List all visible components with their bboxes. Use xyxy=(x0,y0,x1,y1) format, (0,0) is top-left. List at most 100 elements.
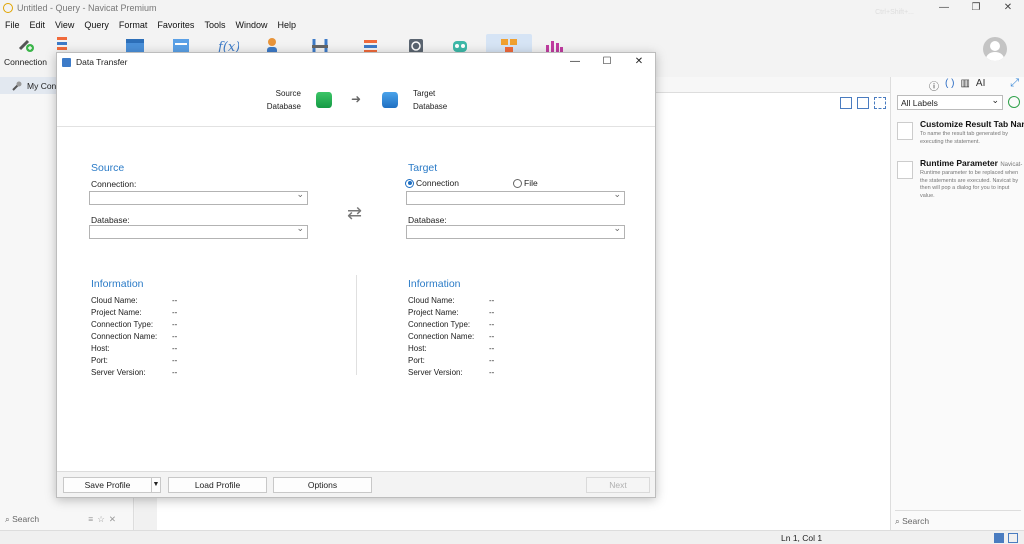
menu-query[interactable]: Query xyxy=(79,18,114,32)
info-row: Cloud Name: -- xyxy=(408,296,495,305)
arrow-right-icon: ➜ xyxy=(351,92,362,106)
source-database-select[interactable] xyxy=(89,223,308,239)
save-profile-dropdown[interactable]: ▼ xyxy=(151,477,161,493)
info-row: Host: -- xyxy=(408,344,495,353)
info-row: Connection Type: -- xyxy=(91,320,178,329)
target-heading: Target xyxy=(408,162,438,174)
panel-toggle-icon[interactable] xyxy=(1008,533,1018,543)
source-database-icon xyxy=(316,92,332,108)
target-info-heading: Information xyxy=(408,278,461,290)
data-transfer-icon xyxy=(62,57,71,67)
search-icon: ⌕ xyxy=(5,513,13,524)
target-database-label: Database: xyxy=(408,215,447,225)
swap-icon[interactable]: ⇄ xyxy=(347,203,362,224)
info-row: Connection Name: -- xyxy=(91,332,178,341)
transfer-flow: Source Database ➜ Target Database xyxy=(57,85,655,127)
filter-star-icons[interactable]: ≡☆✕ xyxy=(88,514,120,525)
panel-toggle-icon[interactable] xyxy=(994,533,1004,543)
info-row: Connection Type: -- xyxy=(408,320,495,329)
right-search-placeholder: Search xyxy=(902,516,930,526)
source-database-label: Database: xyxy=(91,215,130,225)
menu-help[interactable]: Help xyxy=(272,18,301,32)
snippet-file-icon xyxy=(897,122,913,140)
code-icon[interactable]: ( ) xyxy=(945,78,954,93)
source-info-list: Cloud Name: -- Project Name: -- Connection… xyxy=(91,296,211,380)
info-row: Connection Name: -- xyxy=(408,332,495,341)
snippets-panel: ⓘ ( ) ▥ AI ⤢ All Labels Customize Result… xyxy=(890,77,1024,530)
menu-file[interactable]: File xyxy=(0,18,25,32)
ai-icon[interactable]: AI xyxy=(976,78,985,93)
next-button[interactable]: Next xyxy=(586,477,650,493)
target-database-icon xyxy=(382,92,398,108)
info-icon[interactable]: ⓘ xyxy=(929,78,939,93)
connection-icon xyxy=(18,39,34,52)
radio-connection[interactable]: Connection xyxy=(405,178,459,188)
info-row: Port: -- xyxy=(91,356,178,365)
menu-window[interactable]: Window xyxy=(230,18,272,32)
target-database-select[interactable] xyxy=(406,223,625,239)
info-row: Cloud Name: -- xyxy=(91,296,178,305)
close-icon[interactable]: ✕ xyxy=(992,0,1024,16)
close-icon[interactable]: ✕ xyxy=(623,53,655,71)
split-vertical-icon[interactable] xyxy=(857,97,869,109)
menu-tools[interactable]: Tools xyxy=(199,18,230,32)
status-bar: Ln 1, Col 1 xyxy=(0,530,1024,544)
menu-format[interactable]: Format xyxy=(114,18,153,32)
snippet-desc: To name the result tab generated by exec… xyxy=(920,131,1009,145)
panel-tab-icons: ⓘ ( ) ▥ AI xyxy=(929,78,985,93)
info-row: Server Version: -- xyxy=(91,368,178,377)
options-button[interactable]: Options xyxy=(273,477,372,493)
expand-icon[interactable]: ⤢ xyxy=(1010,77,1019,90)
source-connection-label: Connection: xyxy=(91,179,137,189)
connection-button[interactable]: Connection xyxy=(4,35,47,67)
snippet-title: Runtime Parameter Navicat- xyxy=(920,158,1023,168)
snippet-file-icon xyxy=(897,161,913,179)
flow-target-label: Target Database xyxy=(413,89,448,111)
info-row: Server Version: -- xyxy=(408,368,495,377)
radio-checked-icon xyxy=(405,178,414,188)
flow-source-label: Source Database xyxy=(266,89,301,111)
maximize-icon[interactable]: ❐ xyxy=(960,0,992,16)
info-row: Port: -- xyxy=(408,356,495,365)
left-search[interactable]: ⌕ Search ≡☆✕ xyxy=(0,510,134,528)
split-horizontal-icon[interactable] xyxy=(840,97,852,109)
info-row: Project Name: -- xyxy=(91,308,178,317)
dialog-title: Data Transfer xyxy=(76,57,128,67)
radio-file[interactable]: File xyxy=(513,178,538,188)
data-transfer-dialog: Data Transfer — ☐ ✕ Source Database ➜ Tar… xyxy=(56,52,656,498)
right-search[interactable]: ⌕ Search xyxy=(895,510,1021,527)
status-view-buttons xyxy=(994,533,1018,543)
fullscreen-icon[interactable] xyxy=(874,97,886,109)
minimize-icon[interactable]: — xyxy=(559,53,591,71)
cursor-position: Ln 1, Col 1 xyxy=(781,533,823,543)
source-info-heading: Information xyxy=(91,278,144,290)
source-connection-select[interactable] xyxy=(89,189,308,205)
layout-icon[interactable]: ▥ xyxy=(960,78,969,93)
snippet-title: Customize Result Tab Nar xyxy=(920,119,1024,129)
layout-buttons xyxy=(840,97,886,109)
source-heading: Source xyxy=(91,162,125,174)
user-avatar[interactable] xyxy=(983,37,1007,61)
dialog-window-controls: — ☐ ✕ xyxy=(559,53,655,71)
dialog-titlebar: Data Transfer — ☐ ✕ xyxy=(57,53,655,71)
info-divider xyxy=(356,275,357,375)
app-title: Untitled - Query - Navicat Premium xyxy=(17,3,157,13)
faint-shortcut-text: Ctrl+Shift+... xyxy=(875,9,914,16)
save-profile-button[interactable]: Save Profile xyxy=(63,477,152,493)
refresh-icon[interactable] xyxy=(1008,96,1020,108)
labels-select[interactable]: All Labels xyxy=(897,95,1003,110)
connection-name: My Con xyxy=(27,80,57,91)
radio-unchecked-icon xyxy=(513,178,522,188)
minimize-icon[interactable]: — xyxy=(928,0,960,16)
navicat-logo-icon xyxy=(3,3,13,13)
load-profile-button[interactable]: Load Profile xyxy=(168,477,267,493)
info-row: Host: -- xyxy=(91,344,178,353)
menu-view[interactable]: View xyxy=(50,18,79,32)
menu-favorites[interactable]: Favorites xyxy=(152,18,199,32)
menu-edit[interactable]: Edit xyxy=(25,18,51,32)
maximize-icon[interactable]: ☐ xyxy=(591,53,623,71)
window-controls: — ❐ ✕ xyxy=(928,0,1024,16)
menu-bar: File Edit View Query Format Favorites To… xyxy=(0,18,301,32)
target-connection-select[interactable] xyxy=(406,189,625,205)
left-search-placeholder: Search xyxy=(12,514,40,524)
